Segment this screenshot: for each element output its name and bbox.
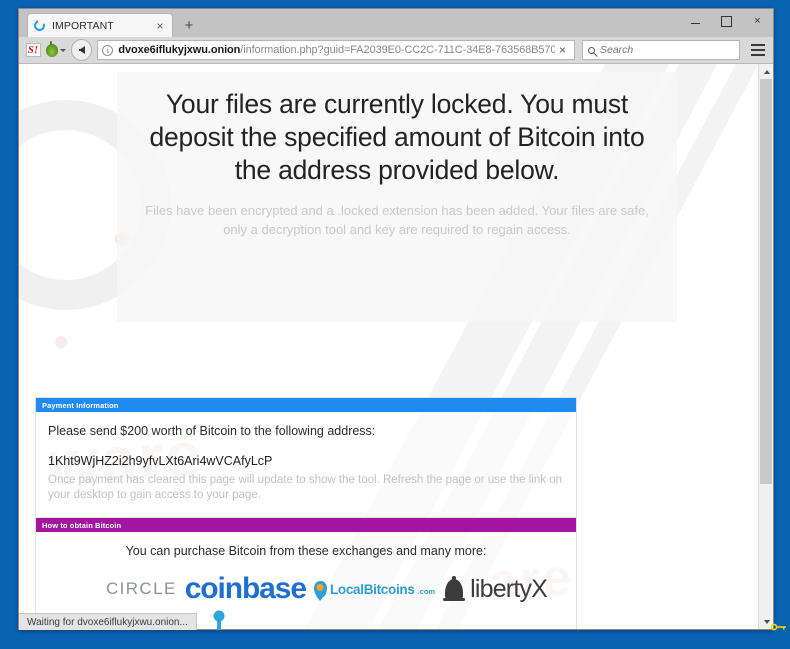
payment-panel-header: Payment Information	[36, 398, 576, 412]
onion-icon[interactable]	[46, 40, 66, 60]
window-controls: ×	[680, 9, 773, 33]
search-icon	[588, 46, 595, 54]
search-placeholder: Search	[600, 44, 634, 56]
page-content: ware are Your files are currently locked…	[19, 64, 758, 629]
payment-panel-body: Please send $200 worth of Bitcoin to the…	[36, 412, 576, 517]
chevron-down-icon	[763, 619, 770, 624]
minimize-button[interactable]	[680, 9, 711, 33]
tab-strip: IMPORTANT × + ×	[19, 9, 773, 37]
status-text: Waiting for dvoxe6iflukyjxwu.onion...	[27, 616, 188, 628]
scrollbar-track[interactable]	[759, 79, 773, 614]
loading-circle-icon	[33, 19, 46, 32]
hamburger-menu-icon[interactable]	[747, 39, 769, 61]
exchange-logo-coinbase[interactable]: coinbase	[185, 574, 307, 604]
new-tab-button[interactable]: +	[178, 14, 200, 36]
close-window-button[interactable]: ×	[742, 9, 773, 33]
liberty-bell-icon	[443, 576, 466, 602]
scrollbar-thumb[interactable]	[760, 79, 772, 484]
payment-panel-title: Payment Information	[42, 400, 119, 410]
info-icon[interactable]: i	[102, 44, 114, 56]
browser-tab-important[interactable]: IMPORTANT ×	[27, 13, 173, 37]
exchange-logo-row-1: CIRCLE coinbase LocalBitcoins .com liber…	[48, 572, 564, 606]
localbitcoins-wordmark: LocalBitcoins	[329, 581, 415, 597]
tab-title: IMPORTANT	[52, 19, 114, 32]
obtain-lead-text: You can purchase Bitcoin from these exch…	[125, 544, 487, 558]
browser-window: IMPORTANT × + × S! i dvoxe6iflukyjxwu.on…	[18, 8, 774, 630]
close-icon[interactable]: ×	[153, 20, 167, 32]
circle-wordmark: CIRCLE	[105, 579, 177, 598]
payment-note: Once payment has cleared this page will …	[48, 474, 562, 501]
exchange-logo-localbitcoins[interactable]: LocalBitcoins .com	[313, 580, 436, 598]
back-button[interactable]	[71, 39, 93, 61]
localbitcoins-suffix: .com	[417, 586, 436, 596]
payment-instruction: Please send $200 worth of Bitcoin to the…	[48, 424, 376, 438]
maximize-button[interactable]	[711, 9, 742, 33]
status-bar: Waiting for dvoxe6iflukyjxwu.onion...	[19, 613, 197, 630]
page-title: Your files are currently locked. You mus…	[149, 89, 645, 185]
address-bar[interactable]: i dvoxe6iflukyjxwu.onion/information.php…	[97, 40, 575, 60]
ransom-note-card: Your files are currently locked. You mus…	[117, 72, 677, 322]
url-path: /information.php?guid=FA2039E0-CC2C-711C…	[240, 44, 555, 56]
exchange-logo-circle[interactable]: CIRCLE	[65, 572, 177, 606]
navigation-toolbar: S! i dvoxe6iflukyjxwu.onion/information.…	[19, 37, 773, 64]
back-arrow-icon	[78, 46, 85, 54]
payment-information-panel: Payment Information Please send $200 wor…	[35, 397, 577, 518]
libertyx-wordmark: libertyX	[470, 574, 548, 603]
clear-url-icon[interactable]: ×	[555, 43, 570, 57]
bitcoin-address[interactable]: 1Kht9WjHZ2i2h9yfvLXt6Ari4wVCAfyLcP	[48, 454, 564, 468]
page-viewport: ware are Your files are currently locked…	[19, 64, 773, 629]
url-text: dvoxe6iflukyjxwu.onion/information.php?g…	[118, 44, 555, 56]
map-pin-icon	[313, 580, 327, 598]
page-subtitle: Files have been encrypted and a .locked …	[145, 203, 649, 237]
obtain-panel-header: How to obtain Bitcoin	[36, 518, 576, 532]
desktop-key-icon	[771, 623, 786, 631]
chevron-up-icon	[763, 69, 770, 74]
search-input[interactable]: Search	[582, 40, 740, 60]
circle-logo-icon	[65, 572, 99, 606]
chevron-down-icon	[60, 48, 66, 52]
vertical-scrollbar[interactable]	[758, 64, 773, 629]
exchange-logo-libertyx[interactable]: libertyX	[443, 574, 548, 603]
noscript-icon[interactable]: S!	[23, 40, 43, 60]
url-host: dvoxe6iflukyjxwu.onion	[118, 44, 241, 56]
scroll-up-button[interactable]	[759, 64, 773, 79]
obtain-panel-title: How to obtain Bitcoin	[42, 520, 122, 530]
